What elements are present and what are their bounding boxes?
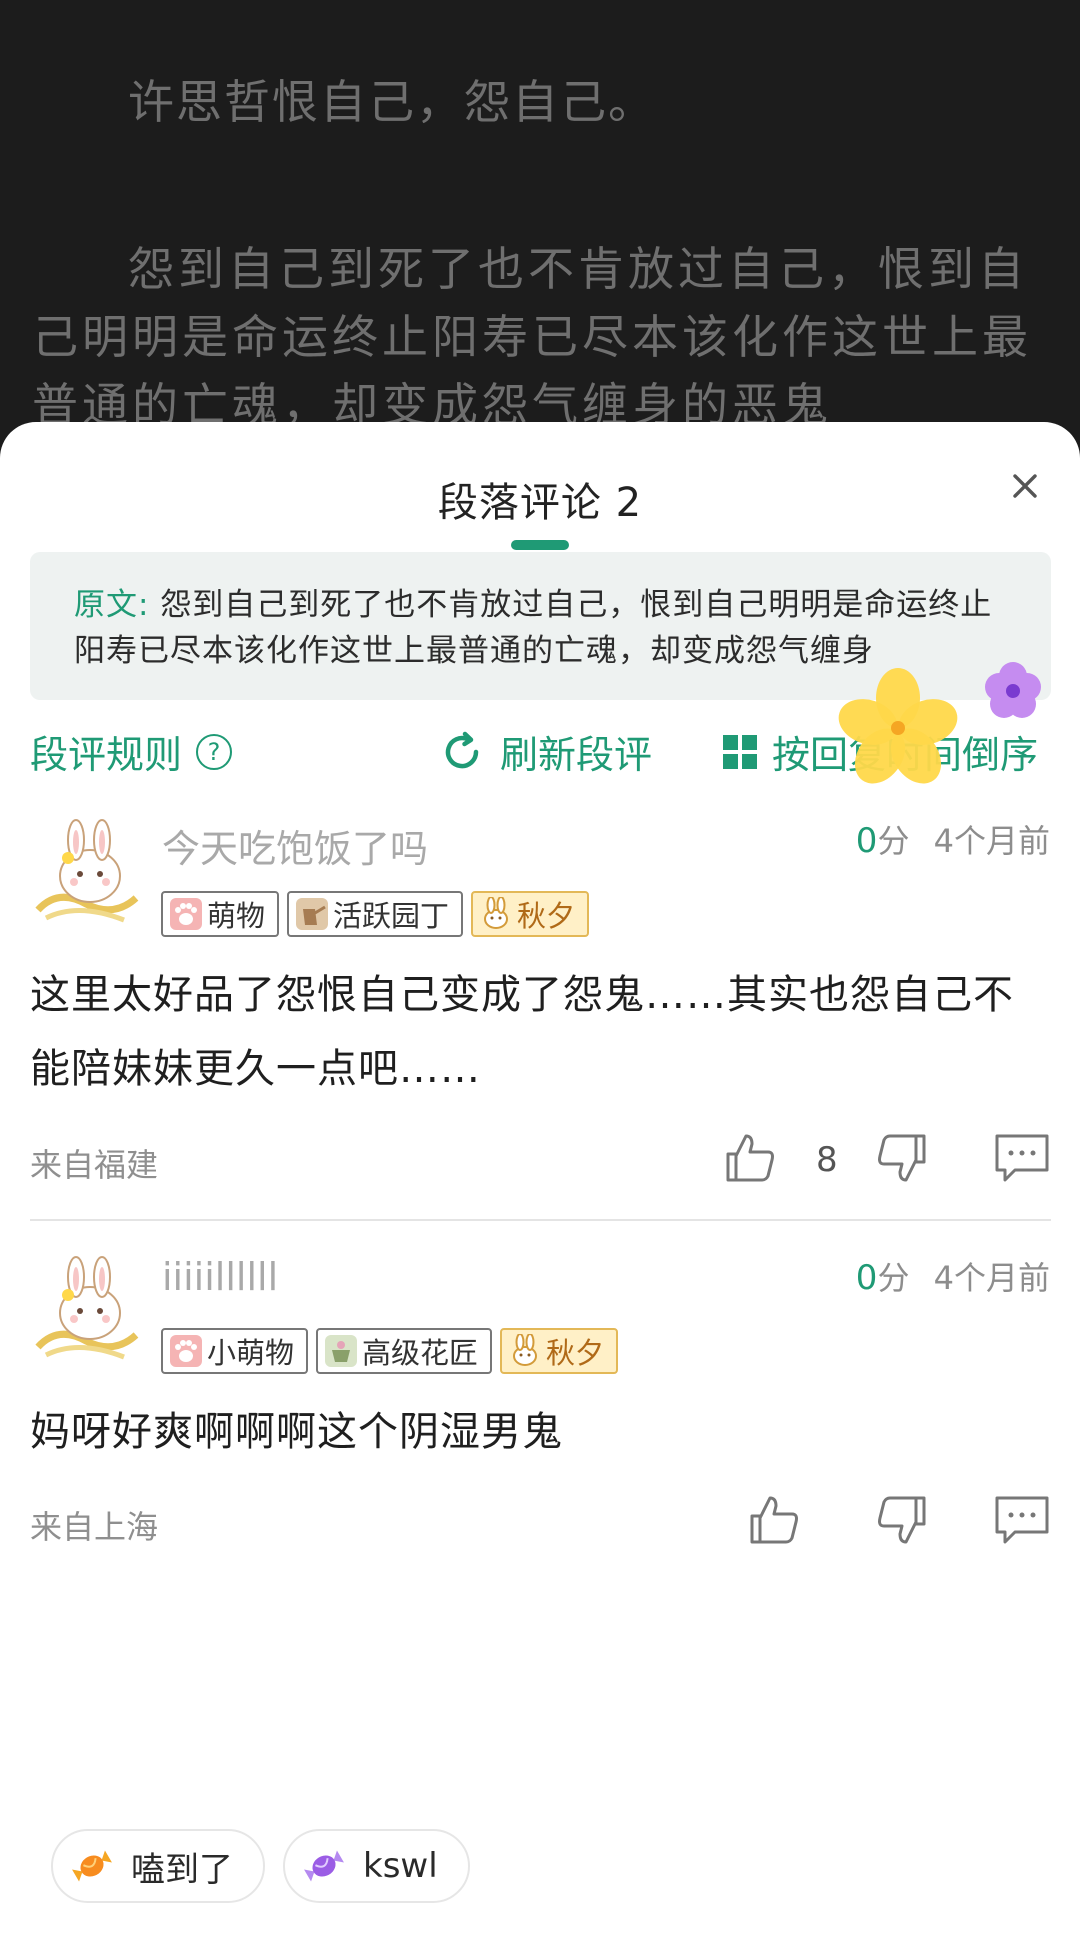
refresh-button[interactable]: 刷新段评 [440,724,652,779]
reaction-label: 嗑到了 [131,1849,233,1890]
avatar[interactable] [28,1255,144,1371]
paw-icon [170,898,202,930]
badge[interactable]: 小萌物 [161,1328,309,1374]
badge[interactable]: 高级花匠 [316,1328,493,1374]
dislike-icon[interactable] [874,1130,930,1186]
reader-paragraph: 怨到自己到死了也不肯放过自己，恨到自己明明是命运终止阳寿已尽本该化作这世上最普通… [32,242,1032,432]
yellow-flower-icon [838,668,958,784]
badge-label: 萌物 [207,899,266,933]
avatar[interactable] [28,818,144,934]
badge-row: 萌物 活跃园丁 秋夕 [161,891,590,937]
sheet-title: 段落评论 2 [437,480,643,526]
location: 来自福建 [30,1146,159,1184]
score-value: 0 [855,821,878,861]
reaction-chip[interactable]: 嗑到了 [51,1829,265,1903]
reply-icon[interactable] [993,1132,1051,1184]
bunny-icon [513,1334,538,1366]
badge-label: 高级花匠 [362,1336,479,1370]
like-icon[interactable] [722,1130,778,1186]
badge-row: 小萌物 高级花匠 秋夕 [161,1328,619,1374]
tab-indicator [511,540,569,550]
quote-label: 原文: [74,587,150,623]
dislike-icon[interactable] [874,1492,930,1548]
refresh-icon [445,731,479,768]
comment-meta: 0分 4个月前 [856,1253,1050,1299]
comment-meta: 0分 4个月前 [856,816,1050,862]
close-button[interactable] [1005,466,1045,506]
badge[interactable]: 秋夕 [471,891,590,937]
bunny-icon [484,897,509,929]
badge[interactable]: 活跃园丁 [287,891,464,937]
rules-label: 段评规则 [30,733,183,777]
close-icon [1013,474,1037,498]
comment-text[interactable]: 这里太好品了怨恨自己变成了怨鬼……其实也怨自己不能陪妹妹更久一点吧…… [30,958,1050,1106]
timestamp: 4个月前 [933,822,1050,860]
comment-text[interactable]: 妈呀好爽啊啊啊这个阴湿男鬼 [30,1395,1050,1469]
like-count: 8 [816,1140,838,1180]
timestamp: 4个月前 [933,1259,1050,1297]
like-icon[interactable] [746,1492,802,1548]
flower-pot-icon [325,1335,358,1367]
reaction-label: kswl [363,1846,438,1886]
rules-link[interactable]: 段评规则 ? [30,724,233,779]
score-value: 0 [855,1258,878,1298]
badge[interactable]: 秋夕 [500,1328,619,1374]
score-unit: 分 [877,822,910,860]
quote-text: 怨到自己到死了也不肯放过自己，恨到自己明明是命运终止阳寿已尽本该化作这世上最普通… [74,587,993,669]
badge-label: 小萌物 [207,1336,295,1370]
username[interactable]: 今天吃饱饭了吗 [162,818,428,873]
reader-background: 许思哲恨自己，怨自己。 怨到自己到死了也不肯放过自己，恨到自己明明是命运终止阳寿… [0,0,1080,460]
watering-can-icon [296,898,329,930]
reader-paragraph: 许思哲恨自己，怨自己。 [128,75,656,129]
candy-orange-icon [72,1850,112,1882]
reply-icon[interactable] [993,1494,1051,1546]
location: 来自上海 [30,1508,159,1546]
divider [30,1219,1051,1221]
score-unit: 分 [877,1259,910,1297]
badge[interactable]: 萌物 [161,891,280,937]
refresh-label: 刷新段评 [500,733,653,777]
paw-icon [170,1335,202,1367]
help-icon: ? [196,733,233,770]
username[interactable]: iiiiillllll [162,1255,278,1299]
reaction-chip[interactable]: kswl [283,1829,470,1903]
quick-reaction-chips: 嗑到了 kswl [51,1829,470,1903]
badge-label: 活跃园丁 [333,899,450,933]
candy-purple-icon [304,1850,344,1882]
purple-flower-icon [985,662,1041,718]
badge-label: 秋夕 [546,1336,605,1370]
badge-label: 秋夕 [517,899,576,933]
grid-icon [723,734,757,769]
